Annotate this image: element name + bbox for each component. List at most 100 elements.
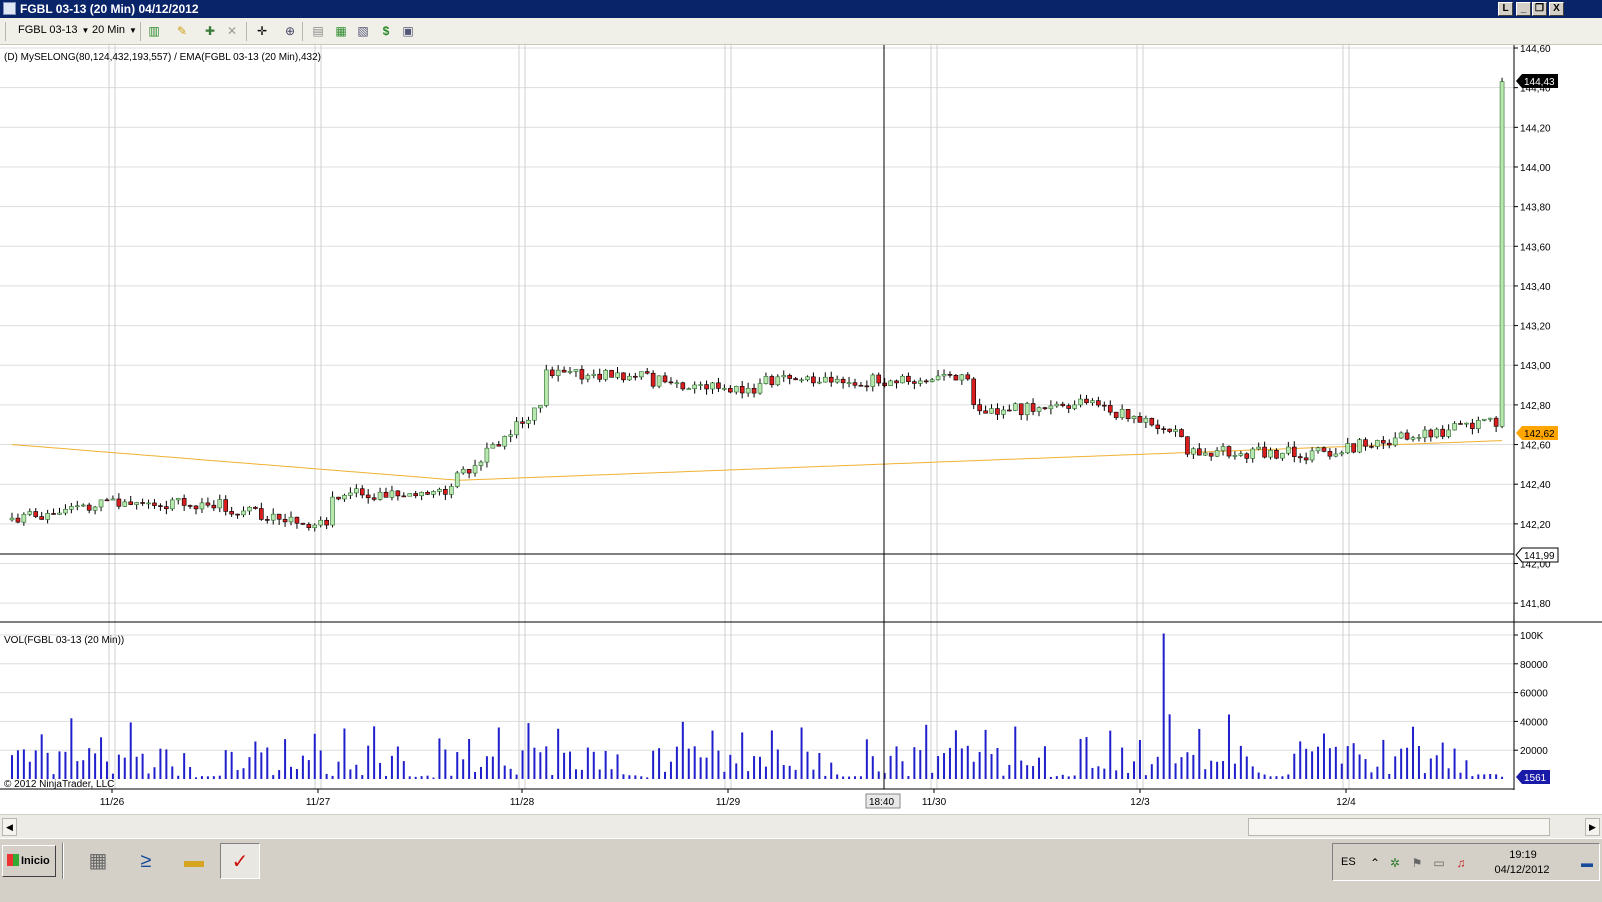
- candle-body: [858, 384, 864, 387]
- volume-tag: 1561: [1516, 770, 1550, 784]
- network-icon[interactable]: ✲: [1387, 855, 1403, 871]
- candle-body: [371, 497, 377, 500]
- chart-scrollbar[interactable]: ◀ ▶: [0, 814, 1602, 838]
- candle-body: [1499, 81, 1505, 427]
- price-chart[interactable]: 144,60144,40144,20144,00143,80143,60143,…: [0, 45, 1602, 814]
- candle-body: [1339, 452, 1345, 455]
- minimize-button[interactable]: _: [1516, 2, 1531, 16]
- clock-time[interactable]: 19:19: [1493, 849, 1553, 861]
- candle-body: [152, 502, 157, 506]
- candle-body: [454, 472, 460, 487]
- candle-body: [1125, 409, 1131, 420]
- candle-body: [1297, 456, 1303, 459]
- candle-body: [181, 498, 187, 506]
- time-tick-label: 11/27: [306, 797, 331, 808]
- maximize-button[interactable]: ❐: [1532, 2, 1547, 16]
- bar-chart-icon[interactable]: ▦: [333, 23, 349, 39]
- scroll-left-icon[interactable]: ◀: [2, 818, 17, 836]
- candle-body: [80, 504, 86, 507]
- toolbar-separator: [140, 22, 141, 41]
- candle-body: [146, 502, 151, 505]
- show-desktop-tray-icon[interactable]: ▬: [1579, 855, 1595, 871]
- candle-body: [1410, 437, 1416, 440]
- candle-body: [1440, 428, 1445, 437]
- interval-selector[interactable]: 20 Min ▼: [92, 24, 137, 36]
- crosshair-icon[interactable]: ✛: [254, 23, 270, 39]
- link-button[interactable]: L: [1498, 2, 1513, 16]
- candle-body: [906, 375, 911, 382]
- dollar-icon[interactable]: $: [378, 23, 394, 39]
- toolbar-grip: [5, 22, 6, 41]
- action-center-flag-icon[interactable]: ⚑: [1409, 855, 1425, 871]
- candle-body: [1398, 432, 1404, 439]
- chevron-down-icon: ▼: [129, 26, 137, 35]
- candle-body: [644, 371, 650, 374]
- candle-body: [33, 511, 39, 517]
- candle-body: [775, 376, 781, 386]
- instrument-selector[interactable]: FGBL 03-13 ▼: [18, 24, 89, 36]
- candle-body: [1024, 403, 1030, 416]
- clock-date[interactable]: 04/12/2012: [1489, 864, 1555, 876]
- show-hidden-icons-icon[interactable]: ⌃: [1367, 855, 1383, 871]
- start-button[interactable]: Inicio: [2, 845, 56, 877]
- candle-body: [1369, 445, 1374, 448]
- candle-body: [1481, 418, 1487, 421]
- folder-icon[interactable]: ▬: [174, 843, 214, 879]
- candle-body: [437, 489, 442, 492]
- candle-body: [104, 499, 110, 502]
- candle-body: [1464, 422, 1469, 425]
- candle-body: [597, 373, 603, 380]
- candle-body: [1333, 453, 1339, 457]
- candle-body: [27, 511, 33, 515]
- candle-body: [1179, 429, 1184, 438]
- candle-body: [763, 376, 769, 384]
- display-icon[interactable]: ▭: [1431, 855, 1447, 871]
- chart-style-icon[interactable]: ▥: [146, 23, 162, 39]
- time-tick-label: 11/26: [100, 797, 125, 808]
- candle-body: [1422, 429, 1428, 438]
- ninjatrader-task-button[interactable]: ✓: [220, 843, 260, 879]
- candle-body: [823, 376, 828, 383]
- app-icon: [3, 2, 16, 15]
- candle-body: [1131, 416, 1137, 420]
- candle-body: [1476, 420, 1481, 429]
- candle-body: [864, 385, 870, 388]
- candle-body: [1244, 453, 1250, 459]
- scroll-right-icon[interactable]: ▶: [1585, 818, 1600, 836]
- show-desktop-icon[interactable]: ▦: [78, 843, 118, 879]
- add-indicator-icon[interactable]: ✚: [202, 23, 218, 39]
- candle-body: [947, 374, 953, 376]
- language-indicator[interactable]: ES: [1341, 856, 1356, 868]
- panel-icon[interactable]: ▣: [400, 23, 416, 39]
- close-button[interactable]: X: [1549, 2, 1564, 16]
- candle-body: [229, 511, 234, 515]
- candle-body: [1007, 409, 1012, 412]
- volume-tick-label: 60000: [1520, 689, 1548, 700]
- remove-indicator-icon[interactable]: ✕: [224, 23, 240, 39]
- drawing-pencil-icon[interactable]: ✎: [174, 23, 190, 39]
- scroll-thumb[interactable]: [1248, 818, 1550, 836]
- candle-body: [674, 382, 680, 385]
- time-axis: 11/26 11/27 11/28 11/29 11/30 12/3 12/4: [100, 789, 1356, 808]
- candle-body: [555, 369, 561, 376]
- volume-muted-icon[interactable]: ♫: [1453, 855, 1469, 871]
- candle-body: [247, 506, 252, 512]
- candle-body: [739, 386, 745, 394]
- candle-body: [502, 436, 508, 447]
- powershell-icon[interactable]: ≥: [126, 843, 166, 879]
- candle-body: [1202, 452, 1208, 456]
- candle-body: [1226, 446, 1232, 457]
- candle-body: [288, 516, 294, 523]
- zoom-icon[interactable]: ⊕: [282, 23, 298, 39]
- candle-body: [935, 375, 941, 381]
- candle-body: [989, 408, 994, 414]
- properties-icon[interactable]: ▤: [310, 23, 326, 39]
- line-chart-icon[interactable]: ▧: [355, 23, 371, 39]
- price-tick-label: 141,80: [1520, 599, 1551, 610]
- candle-body: [603, 369, 608, 380]
- candle-body: [882, 382, 887, 386]
- price-tick-label: 143,00: [1520, 361, 1551, 372]
- candle-body: [276, 513, 282, 520]
- candle-body: [983, 410, 988, 414]
- candle-body: [270, 513, 276, 521]
